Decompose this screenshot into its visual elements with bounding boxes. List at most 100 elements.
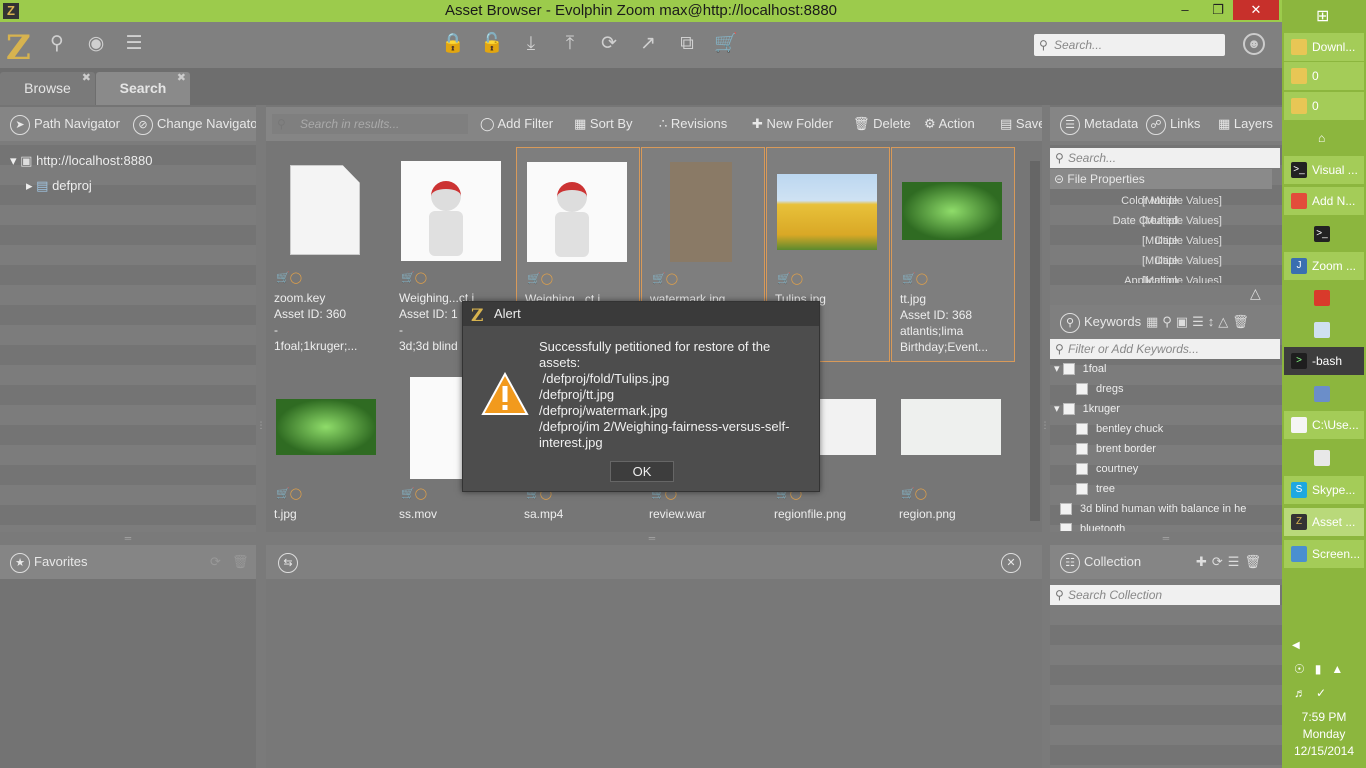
flask-icon[interactable]: △ [1250,285,1261,302]
path-navigator-button[interactable]: ➤ Path Navigator [10,107,124,141]
taskbar-item[interactable]: Screen... [1284,540,1364,568]
taskbar-item[interactable]: 0 [1284,62,1364,90]
taskbar-item[interactable]: 0 [1284,92,1364,120]
new-folder-button[interactable]: ✚ New Folder [752,107,833,141]
taskbar-item[interactable] [1284,380,1364,408]
checkbox[interactable] [1076,483,1088,496]
tab-metadata[interactable]: ☰ Metadata [1060,107,1138,141]
asset-cell[interactable]: 🛒◯ region.png [891,363,1015,523]
property-value[interactable]: [Multiple Values] [1142,231,1222,251]
collection-tools[interactable]: ✚⟳☰🗑 [1196,545,1266,579]
taskbar-item[interactable]: > -bash [1284,347,1364,375]
search-icon[interactable]: ⚲ [45,32,69,56]
maximize-button[interactable]: ❐ [1203,0,1233,20]
windows-start-icon[interactable]: ⊞ [1316,6,1329,26]
asset-cell[interactable]: 🛒◯ zoom.key Asset ID: 360 - 1foal;1kruger;.… [266,147,390,362]
file-properties-header[interactable]: ⊝ File Properties [1050,169,1272,189]
tray-icons-2[interactable]: ♬✓ [1294,686,1336,700]
splitter-handle[interactable]: ═ [118,533,138,543]
splitter-handle[interactable]: ═ [1156,533,1176,543]
keywords-filter-input[interactable]: Filter or Add Keywords... [1050,339,1280,359]
checkbox[interactable] [1060,523,1072,531]
keyword-item[interactable]: tree [1076,479,1115,499]
tab-search[interactable]: Search ✖ [96,72,190,105]
tab-close-icon[interactable]: ✖ [177,62,186,95]
keyword-item[interactable]: courtney [1076,459,1138,479]
asset-cell[interactable]: 🛒◯ t.jpg [266,363,390,523]
checkbox[interactable] [1076,463,1088,476]
taskbar-item[interactable]: J Zoom ... [1284,252,1364,280]
taskbar-item[interactable]: >_ [1284,220,1364,248]
checkbox[interactable] [1060,503,1072,516]
delete-button[interactable]: 🗑 Delete [853,107,911,141]
property-value[interactable]: [Multiple Values] [1142,251,1222,271]
collection-search-input[interactable]: Search Collection [1050,585,1280,605]
tab-links[interactable]: ☍ Links [1146,107,1200,141]
upload-icon[interactable]: ⤒ [558,32,582,56]
save-button[interactable]: ▤ Save [1000,107,1042,141]
add-filter-button[interactable]: ◯ Add Filter [480,107,553,141]
results-scrollbar[interactable] [1030,161,1040,521]
lock-icon[interactable]: 🔒 [441,32,465,56]
checkbox[interactable] [1076,423,1088,436]
export-icon[interactable]: ↗ [636,32,660,56]
property-value[interactable]: [Multiple Values] [1142,211,1222,231]
tree-root[interactable]: ▾ ▣ http://localhost:8880 [10,153,152,169]
property-value[interactable]: [Multiple Values] [1142,271,1222,283]
taskbar-item[interactable] [1284,284,1364,312]
taskbar-item[interactable] [1284,316,1364,344]
preview-toggle[interactable]: ⇆ [278,545,302,579]
tab-browse[interactable]: Browse ✖ [0,72,95,105]
keyword-item[interactable]: ▾ 1foal [1054,359,1106,379]
tab-layers[interactable]: ▦ Layers [1218,107,1273,141]
keyword-item[interactable]: brent border [1076,439,1156,459]
tray-icons[interactable]: ☉▮▲ [1294,662,1353,676]
revisions-button[interactable]: ∴ Revisions [659,107,727,141]
tab-close-icon[interactable]: ✖ [82,62,91,95]
taskbar-item[interactable]: >_ Visual ... [1284,156,1364,184]
tree-item-defproj[interactable]: ▸ ▤ defproj [26,178,92,194]
sync-icon[interactable]: ⟳ [597,32,621,56]
taskbar-item[interactable]: Z Asset ... [1284,508,1364,536]
trash-icon[interactable]: 🗑 [232,545,249,579]
clock-time[interactable]: 7:59 PM [1282,710,1366,724]
ok-button[interactable]: OK [610,461,674,482]
results-search-input[interactable]: Search in results... [272,114,468,134]
change-navigator-button[interactable]: ⊘ Change Navigator [133,107,256,141]
asset-cell[interactable]: 🛒◯ tt.jpg Asset ID: 368 atlantis;lima Birth… [891,147,1015,362]
close-button[interactable]: ✕ [1233,0,1279,20]
cart-icon[interactable]: 🛒 [714,32,738,56]
splitter-handle[interactable]: ═ [642,533,662,543]
keyword-tools[interactable]: ▦⚲▣☰↕△🗑 [1146,305,1253,339]
taskbar-item[interactable] [1284,444,1364,472]
search-list-icon[interactable]: ☰ [122,32,146,56]
download-icon[interactable]: ⤓ [519,32,543,56]
keyword-item[interactable]: dregs [1076,379,1124,399]
compare-icon[interactable]: ⧉ [675,32,699,56]
property-value[interactable]: [Multiple Values] [1142,191,1222,211]
tray-chevron-icon[interactable]: ◀ [1292,640,1300,651]
taskbar-item[interactable]: ⌂ [1284,124,1364,152]
keyword-item[interactable]: 3d blind human with balance in he [1060,499,1278,519]
metadata-search-input[interactable]: Search... [1050,148,1280,168]
unlock-icon[interactable]: 🔓 [480,32,504,56]
globe-icon[interactable]: ◉ [84,32,108,56]
keyword-item[interactable]: bentley chuck [1076,419,1163,439]
preview-close[interactable]: ✕ [1001,545,1025,579]
global-search-input[interactable]: Search... [1034,34,1225,56]
sort-by-button[interactable]: ▦ Sort By [574,107,633,141]
checkbox[interactable] [1076,443,1088,456]
checkbox[interactable] [1062,363,1075,376]
checkbox[interactable] [1062,403,1075,416]
keyword-item[interactable]: ▾ 1kruger [1054,399,1120,419]
taskbar-item[interactable]: S Skype... [1284,476,1364,504]
minimize-button[interactable]: – [1170,0,1200,20]
checkbox[interactable] [1076,383,1088,396]
splitter-handle[interactable]: ⋮ [1040,420,1050,430]
user-icon[interactable]: ☻ [1243,33,1265,55]
action-button[interactable]: ⚙ Action [924,107,975,141]
splitter-handle[interactable]: ⋮ [256,420,266,430]
taskbar-item[interactable]: C:\Use... [1284,411,1364,439]
keyword-item[interactable]: bluetooth [1060,519,1125,531]
refresh-icon[interactable]: ⟳ [210,545,221,579]
